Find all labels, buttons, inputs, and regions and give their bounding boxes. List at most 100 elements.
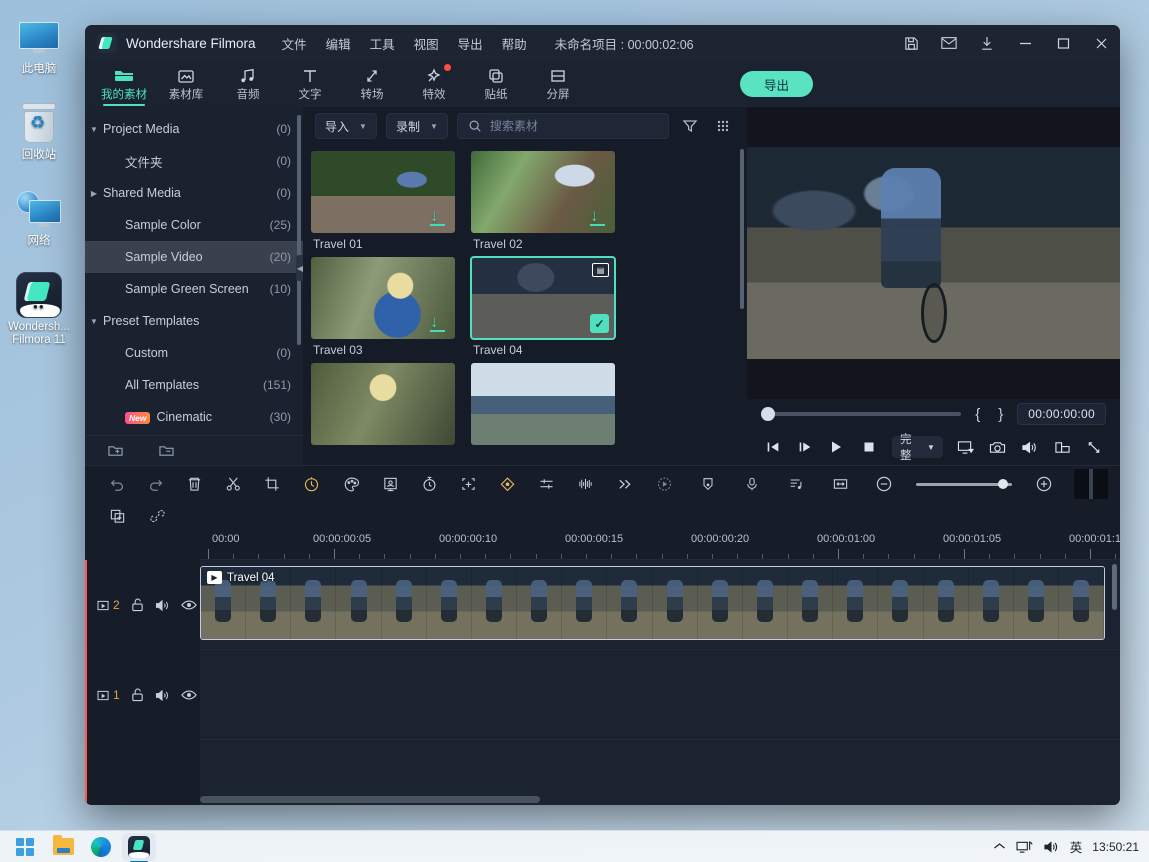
selected-check-icon[interactable]: ✓ [590, 314, 609, 333]
eye-icon[interactable] [180, 689, 197, 701]
file-explorer-button[interactable] [46, 833, 80, 861]
undo-icon[interactable] [97, 469, 136, 499]
filter-icon[interactable] [678, 114, 702, 138]
sidebar-item-sample-video[interactable]: Sample Video (20) [85, 241, 303, 273]
taskbar-clock[interactable]: 13:50:21 [1092, 840, 1139, 854]
marker-icon[interactable] [688, 469, 728, 499]
close-icon[interactable] [1082, 25, 1120, 61]
media-item[interactable]: ↓ Travel 03 [311, 257, 455, 357]
tab-split-screen[interactable]: 分屏 [527, 61, 589, 107]
video-player[interactable] [747, 107, 1120, 399]
sliders-icon[interactable] [527, 469, 566, 499]
crop-icon[interactable] [253, 469, 292, 499]
link-icon[interactable] [137, 501, 177, 531]
tab-audio[interactable]: 音频 [217, 61, 279, 107]
download-icon[interactable]: ↓ [430, 207, 445, 226]
search-input[interactable] [489, 119, 658, 133]
timeline-horizontal-scrollbar[interactable] [200, 796, 1116, 803]
download-icon[interactable]: ↓ [590, 207, 605, 226]
sidebar-item-preset-templates[interactable]: ▼ Preset Templates [85, 305, 303, 337]
volume-icon[interactable] [1043, 840, 1060, 854]
menu-item-edit[interactable]: 编辑 [326, 34, 351, 53]
timeline-vertical-scrollbar[interactable] [1112, 564, 1117, 610]
mark-out-button[interactable]: } [994, 406, 1007, 423]
playhead[interactable] [85, 560, 87, 805]
track-area[interactable]: ▶ Travel 04 [200, 560, 1120, 805]
export-button[interactable]: 导出 [739, 71, 813, 97]
desktop-icon-this-pc[interactable]: 此电脑 [0, 14, 78, 76]
zoom-slider-handle[interactable] [998, 479, 1009, 489]
tab-stock-media[interactable]: 素材库 [155, 61, 217, 107]
play-icon[interactable] [823, 433, 850, 461]
desktop-icon-filmora[interactable]: ●● Wondersh... Filmora 11 [0, 272, 78, 347]
preview-timecode[interactable]: 00:00:00:00 [1017, 403, 1106, 425]
filmora-taskbar-button[interactable] [122, 832, 156, 862]
chevron-double-right-icon[interactable] [605, 469, 644, 499]
maximize-icon[interactable] [1044, 25, 1082, 61]
ime-indicator[interactable]: 英 [1070, 837, 1083, 856]
sidebar-item-all-templates[interactable]: All Templates (151) [85, 369, 303, 401]
start-button[interactable] [8, 833, 42, 861]
plus-circle-icon[interactable] [1024, 469, 1064, 499]
scissors-icon[interactable] [214, 469, 253, 499]
trash-icon[interactable] [175, 469, 214, 499]
reframe-icon[interactable] [449, 469, 488, 499]
menu-item-file[interactable]: 文件 [282, 34, 307, 53]
quality-dropdown[interactable]: 完整 ▼ [891, 434, 943, 462]
search-box[interactable] [456, 113, 669, 139]
tab-titles[interactable]: 文字 [279, 61, 341, 107]
track-lane-2[interactable]: ▶ Travel 04 [200, 560, 1120, 650]
media-thumbnail[interactable]: ↓ [471, 151, 615, 233]
media-item[interactable] [311, 363, 455, 445]
desktop-icon-network[interactable]: 网络 [0, 186, 78, 248]
media-thumbnail[interactable]: ↓ [311, 151, 455, 233]
menu-item-tools[interactable]: 工具 [370, 34, 395, 53]
sidebar-item-shared-media[interactable]: ▶ Shared Media (0) [85, 177, 303, 209]
desktop-icon-recycle-bin[interactable]: ♻ 回收站 [0, 100, 78, 162]
media-item[interactable]: ↓ Travel 01 [311, 151, 455, 251]
green-screen-icon[interactable] [371, 469, 410, 499]
tab-stickers[interactable]: 贴纸 [465, 61, 527, 107]
sidebar-item-文件夹[interactable]: 文件夹 (0) [85, 145, 303, 177]
fullscreen-icon[interactable] [1081, 433, 1108, 461]
mail-icon[interactable] [930, 25, 968, 61]
sidebar-item-cinematic[interactable]: New Cinematic (30) [85, 401, 303, 433]
render-preview-icon[interactable] [644, 469, 684, 499]
fit-width-icon[interactable] [820, 469, 860, 499]
tab-effects[interactable]: 特效 [403, 61, 465, 107]
seek-slider[interactable] [761, 407, 962, 421]
sidebar-item-sample-color[interactable]: Sample Color (25) [85, 209, 303, 241]
sidebar-item-sample-green-screen[interactable]: Sample Green Screen (10) [85, 273, 303, 305]
media-item[interactable]: ↓ Travel 02 [471, 151, 615, 251]
mark-in-button[interactable]: { [971, 406, 984, 423]
redo-icon[interactable] [136, 469, 175, 499]
media-scrollbar[interactable] [740, 149, 744, 309]
minimize-icon[interactable] [1006, 25, 1044, 61]
timeline-peek-panel[interactable] [1074, 469, 1109, 499]
speed-icon[interactable] [292, 469, 331, 499]
seek-handle[interactable] [761, 407, 775, 421]
unlock-icon[interactable] [131, 598, 144, 612]
timeline-clip[interactable]: ▶ Travel 04 [200, 566, 1105, 640]
zoom-slider[interactable] [916, 479, 1013, 489]
camera-icon[interactable] [984, 433, 1011, 461]
stopwatch-icon[interactable] [410, 469, 449, 499]
keyframe-icon[interactable] [488, 469, 527, 499]
prev-frame-icon[interactable] [759, 433, 786, 461]
palette-icon[interactable] [331, 469, 370, 499]
media-thumbnail[interactable]: ▤ ✓ [470, 256, 616, 340]
media-thumbnail[interactable] [471, 363, 615, 445]
download-icon[interactable] [968, 25, 1006, 61]
save-icon[interactable] [892, 25, 930, 61]
monitor-icon[interactable] [952, 433, 979, 461]
menu-item-view[interactable]: 视图 [414, 34, 439, 53]
next-frame-icon[interactable] [791, 433, 818, 461]
import-button[interactable]: 导入 ▼ [315, 113, 377, 139]
stop-icon[interactable] [856, 433, 883, 461]
network-tray-icon[interactable] [1016, 840, 1033, 854]
tab-transitions[interactable]: 转场 [341, 61, 403, 107]
record-button[interactable]: 录制 ▼ [385, 113, 448, 139]
add-track-icon[interactable] [97, 501, 137, 531]
edge-browser-button[interactable] [84, 833, 118, 861]
speaker-icon[interactable] [155, 599, 170, 612]
